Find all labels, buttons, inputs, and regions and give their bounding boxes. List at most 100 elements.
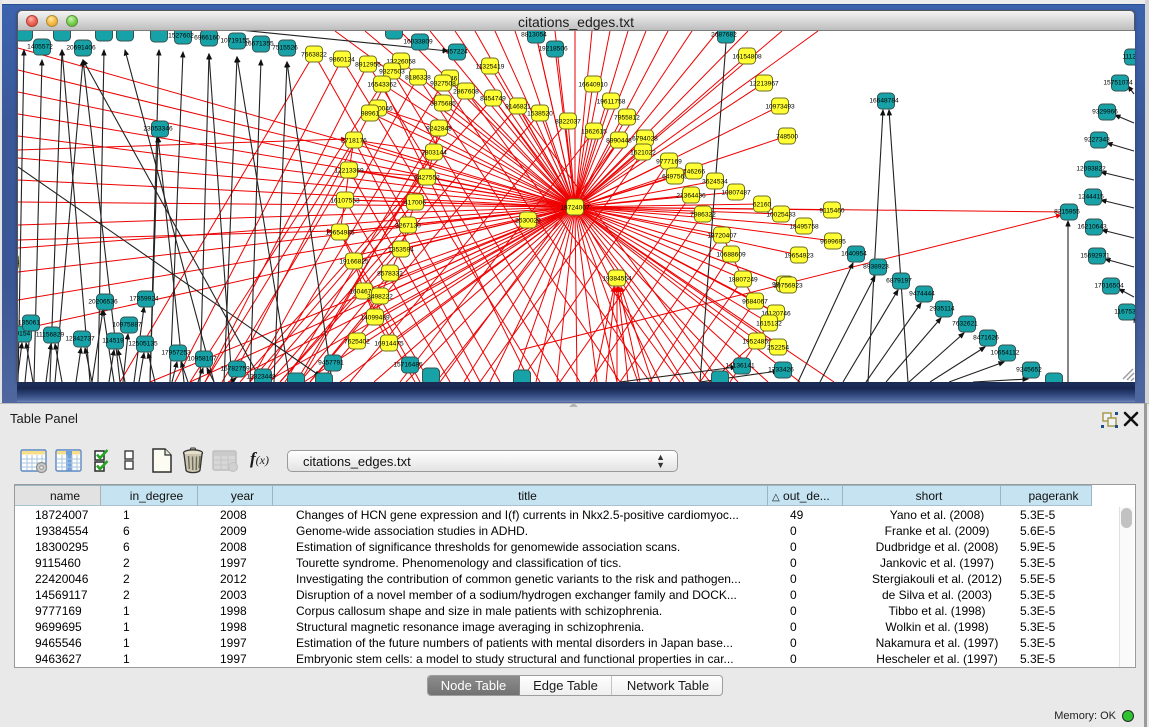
svg-text:2687682: 2687682 bbox=[711, 32, 737, 39]
svg-text:1362615: 1362615 bbox=[581, 129, 607, 136]
svg-text:16107553: 16107553 bbox=[330, 198, 360, 205]
svg-text:9329966: 9329966 bbox=[1092, 109, 1118, 116]
svg-text:10975887: 10975887 bbox=[112, 322, 142, 329]
svg-text:15751074: 15751074 bbox=[1103, 80, 1133, 87]
svg-text:116753: 116753 bbox=[1114, 309, 1135, 316]
svg-text:23053346: 23053346 bbox=[143, 126, 173, 133]
svg-text:20691406: 20691406 bbox=[66, 45, 96, 52]
svg-text:1405572: 1405572 bbox=[27, 44, 53, 51]
svg-text:9474444: 9474444 bbox=[909, 291, 935, 298]
svg-text:16543362: 16543362 bbox=[367, 82, 397, 89]
svg-text:1615132: 1615132 bbox=[756, 321, 782, 328]
svg-text:14136141: 14136141 bbox=[725, 363, 755, 370]
svg-text:8578332: 8578332 bbox=[377, 271, 403, 278]
svg-text:2935114: 2935114 bbox=[929, 306, 955, 313]
svg-text:16648784: 16648784 bbox=[869, 98, 899, 105]
svg-text:16671355: 16671355 bbox=[244, 41, 274, 48]
svg-text:17016504: 17016504 bbox=[1094, 283, 1124, 290]
svg-text:9684067: 9684067 bbox=[742, 299, 768, 306]
svg-text:98961: 98961 bbox=[361, 111, 380, 118]
svg-text:16640910: 16640910 bbox=[578, 82, 608, 89]
svg-text:1640954: 1640954 bbox=[841, 251, 867, 258]
svg-text:8912956: 8912956 bbox=[355, 62, 381, 69]
svg-text:21364436: 21364436 bbox=[676, 193, 706, 200]
svg-text:19384554: 19384554 bbox=[602, 276, 632, 283]
svg-text:6794028: 6794028 bbox=[632, 136, 658, 143]
svg-text:2718176: 2718176 bbox=[341, 138, 367, 145]
svg-text:7986322: 7986322 bbox=[690, 212, 716, 219]
svg-text:11325419: 11325419 bbox=[476, 64, 505, 71]
svg-text:12213369: 12213369 bbox=[334, 168, 364, 175]
svg-text:10654112: 10654112 bbox=[991, 350, 1020, 357]
svg-text:7625402: 7625402 bbox=[344, 339, 370, 346]
svg-text:9327503: 9327503 bbox=[379, 69, 405, 76]
svg-text:15716485: 15716485 bbox=[393, 362, 423, 369]
svg-text:3498222: 3498222 bbox=[367, 294, 393, 301]
svg-text:12093822: 12093822 bbox=[1076, 166, 1106, 173]
svg-text:19654985: 19654985 bbox=[325, 230, 355, 237]
svg-text:7515526: 7515526 bbox=[272, 45, 298, 52]
svg-text:3624534: 3624534 bbox=[702, 179, 728, 186]
svg-text:12342737: 12342737 bbox=[65, 336, 95, 343]
svg-text:16154808: 16154808 bbox=[732, 54, 762, 61]
svg-text:8215955: 8215955 bbox=[1054, 209, 1080, 216]
svg-text:7357224: 7357224 bbox=[442, 49, 468, 56]
svg-text:16033809: 16033809 bbox=[403, 39, 433, 46]
svg-text:2530029: 2530029 bbox=[515, 218, 541, 225]
svg-text:19166825: 19166825 bbox=[339, 259, 369, 266]
svg-text:15692971: 15692971 bbox=[1080, 253, 1110, 260]
svg-text:10958107: 10958107 bbox=[187, 356, 217, 363]
svg-text:252254: 252254 bbox=[767, 345, 789, 352]
svg-text:16914475: 16914475 bbox=[374, 341, 404, 348]
svg-text:18720407: 18720407 bbox=[707, 233, 737, 240]
svg-text:18724007: 18724007 bbox=[560, 205, 590, 212]
svg-text:6879197: 6879197 bbox=[886, 278, 912, 285]
svg-text:12323448: 12323448 bbox=[246, 374, 276, 381]
svg-text:9227343: 9227343 bbox=[1084, 137, 1110, 144]
svg-text:8813054: 8813054 bbox=[521, 32, 547, 39]
svg-text:1621022: 1621022 bbox=[630, 150, 656, 157]
svg-text:10973493: 10973493 bbox=[765, 104, 795, 111]
svg-text:39154: 39154 bbox=[18, 331, 30, 338]
svg-text:18495758: 18495758 bbox=[789, 224, 819, 231]
svg-text:12505135: 12505135 bbox=[128, 341, 158, 348]
svg-text:7955812: 7955812 bbox=[614, 115, 640, 122]
svg-text:9245652: 9245652 bbox=[1016, 367, 1042, 374]
svg-text:114519: 114519 bbox=[102, 338, 124, 345]
svg-text:1353594: 1353594 bbox=[388, 247, 414, 254]
svg-text:748500: 748500 bbox=[776, 134, 798, 141]
svg-text:9242848: 9242848 bbox=[426, 126, 452, 133]
svg-text:11123: 11123 bbox=[1122, 54, 1135, 61]
svg-text:9860124: 9860124 bbox=[329, 57, 355, 64]
svg-text:3875685: 3875685 bbox=[430, 101, 456, 108]
svg-text:417006: 417006 bbox=[404, 200, 426, 207]
svg-text:19611758: 19611758 bbox=[597, 99, 626, 106]
svg-text:9115460: 9115460 bbox=[819, 208, 845, 215]
svg-text:8454749: 8454749 bbox=[480, 96, 506, 103]
svg-text:16210643: 16210643 bbox=[1077, 224, 1107, 231]
svg-text:19654923: 19654923 bbox=[784, 253, 814, 260]
svg-text:8471626: 8471626 bbox=[973, 335, 999, 342]
svg-text:62160: 62160 bbox=[753, 202, 772, 209]
svg-text:6966160: 6966160 bbox=[194, 35, 220, 42]
svg-text:1538520: 1538520 bbox=[527, 111, 553, 118]
svg-text:1244415: 1244415 bbox=[1078, 194, 1104, 201]
svg-text:9146821: 9146821 bbox=[505, 104, 531, 111]
svg-text:8938923: 8938923 bbox=[863, 264, 889, 271]
svg-text:16782759: 16782759 bbox=[220, 366, 250, 373]
svg-text:9327508: 9327508 bbox=[430, 81, 456, 88]
svg-text:7663822: 7663822 bbox=[301, 52, 327, 59]
svg-text:20206536: 20206536 bbox=[88, 299, 118, 306]
svg-text:2867608: 2867608 bbox=[453, 89, 479, 96]
svg-text:14099489: 14099489 bbox=[360, 315, 390, 322]
svg-text:1733426: 1733426 bbox=[768, 367, 794, 374]
svg-text:11156829: 11156829 bbox=[36, 332, 65, 339]
svg-text:2803144: 2803144 bbox=[421, 150, 447, 157]
svg-text:8990448: 8990448 bbox=[606, 138, 632, 145]
svg-text:10025433: 10025433 bbox=[766, 212, 796, 219]
svg-text:135061: 135061 bbox=[18, 320, 40, 327]
svg-text:8186328: 8186328 bbox=[405, 75, 431, 82]
svg-text:9777169: 9777169 bbox=[656, 159, 682, 166]
svg-text:9457791: 9457791 bbox=[318, 360, 344, 367]
svg-text:12213967: 12213967 bbox=[749, 81, 779, 88]
